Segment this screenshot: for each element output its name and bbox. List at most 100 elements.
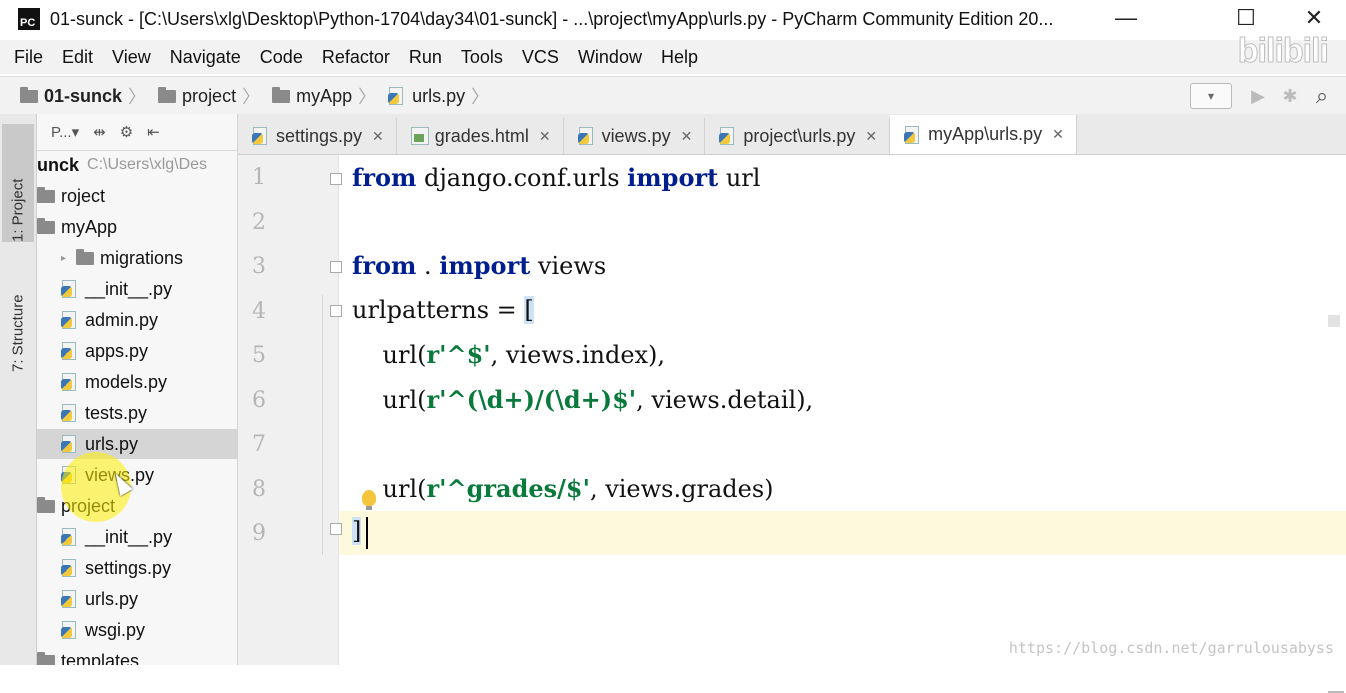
project-panel-toolbar: P...▾ ⇹ ⚙ ⇤ [37, 114, 237, 151]
tree-item[interactable]: templates [37, 646, 237, 665]
window-title: 01-sunck - [C:\Users\xlg\Desktop\Python-… [50, 8, 1054, 29]
html-file-icon [410, 127, 429, 145]
close-window-button[interactable]: ✕ [1294, 4, 1334, 32]
python-file-icon [61, 559, 79, 577]
run-icon[interactable]: ▶ [1246, 84, 1270, 108]
python-file-icon [61, 528, 79, 546]
editor-tab[interactable]: settings.py ✕ [238, 118, 397, 154]
tree-item-label: admin.py [85, 309, 159, 330]
tree-item[interactable]: ▸ migrations [37, 243, 237, 273]
scroll-marker[interactable] [1328, 315, 1340, 327]
tree-item[interactable]: urls.py [37, 429, 237, 459]
tree-item-label: myApp [61, 216, 118, 237]
menu-window[interactable]: Window [578, 47, 642, 68]
menu-tools[interactable]: Tools [461, 47, 503, 68]
menu-help[interactable]: Help [661, 47, 698, 68]
menu-navigate[interactable]: Navigate [170, 47, 241, 68]
python-file-icon [61, 280, 79, 298]
editor-tab[interactable]: grades.html ✕ [397, 118, 564, 154]
tree-item[interactable]: __init__.py [37, 522, 237, 552]
close-tab-icon[interactable]: ✕ [539, 128, 551, 145]
fold-icon[interactable] [330, 305, 342, 317]
maximize-button[interactable]: ☐ [1226, 4, 1266, 32]
editor-tab-label: project\urls.py [743, 125, 856, 146]
text-caret [366, 517, 368, 549]
editor-tab-label: settings.py [276, 125, 363, 146]
tree-item[interactable]: __init__.py [37, 274, 237, 304]
fold-icon[interactable] [330, 261, 342, 273]
breadcrumb-project[interactable]: project 〉 [158, 83, 266, 109]
close-tab-icon[interactable]: ✕ [681, 128, 693, 145]
tree-item[interactable]: apps.py [37, 336, 237, 366]
folder-icon [158, 86, 177, 103]
menu-run[interactable]: Run [409, 47, 442, 68]
line-number: 6 [252, 387, 266, 413]
code-line-4: urlpatterns = [ [352, 296, 534, 324]
close-tab-icon[interactable]: ✕ [1052, 126, 1064, 143]
menu-code[interactable]: Code [260, 47, 303, 68]
code-line-5: url(r'^$', views.index), [352, 340, 666, 369]
python-file-icon [61, 590, 79, 608]
menu-refactor[interactable]: Refactor [322, 47, 390, 68]
project-panel: P...▾ ⇹ ⚙ ⇤ unck C:\Users\xlg\Des roject my… [37, 114, 238, 665]
tree-item[interactable]: models.py [37, 367, 237, 397]
folder-icon [37, 217, 55, 234]
tool-window-strip: 1: Project 7: Structure [0, 114, 37, 665]
tree-item[interactable]: settings.py [37, 553, 237, 583]
project-tool-tab[interactable]: 1: Project [2, 124, 34, 242]
tree-item[interactable]: wsgi.py [37, 615, 237, 645]
menu-edit[interactable]: Edit [62, 47, 93, 68]
bilibili-watermark: bilibili [1237, 32, 1329, 71]
breadcrumb-file[interactable]: urls.py 〉 [388, 83, 495, 109]
code-line-8: url(r'^grades/$', views.grades) [352, 474, 774, 503]
close-tab-icon[interactable]: ✕ [865, 128, 877, 145]
tree-item[interactable]: urls.py [37, 584, 237, 614]
view-selector[interactable]: P...▾ [51, 123, 79, 141]
run-config-dropdown[interactable]: ▾ [1190, 83, 1232, 109]
line-number: 7 [252, 432, 266, 457]
tree-item[interactable]: myApp [37, 212, 237, 242]
line-number: 4 [252, 298, 266, 324]
tree-item[interactable]: admin.py [37, 305, 237, 335]
title-bar: PC 01-sunck - [C:\Users\xlg\Desktop\Pyth… [0, 0, 1346, 38]
code-line-1: from django.conf.urls import url [352, 163, 761, 192]
tree-item[interactable]: unck C:\Users\xlg\Des [37, 150, 237, 180]
tree-item[interactable]: roject [37, 181, 237, 211]
fold-icon[interactable] [330, 173, 342, 185]
editor-tab[interactable]: project\urls.py ✕ [705, 118, 891, 154]
tree-item[interactable]: tests.py [37, 398, 237, 428]
editor-tab[interactable]: myApp\urls.py ✕ [890, 115, 1077, 154]
code-line-9: ] [352, 517, 362, 545]
folder-icon [37, 496, 55, 513]
tree-item-label: __init__.py [85, 278, 173, 299]
breadcrumb-myapp[interactable]: myApp 〉 [272, 83, 382, 109]
menu-vcs[interactable]: VCS [522, 47, 559, 68]
search-icon[interactable]: ⌕ [1310, 83, 1334, 108]
code-editor[interactable]: 1 2 3 4 5 6 7 8 9 from django.conf.urls import u… [238, 155, 1346, 693]
collapse-all-icon[interactable]: ⇹ [93, 123, 106, 141]
debug-icon[interactable]: ✱ [1278, 84, 1302, 108]
menu-view[interactable]: View [112, 47, 151, 68]
line-number: 1 [252, 165, 266, 190]
tree-item-label: wsgi.py [85, 619, 146, 640]
current-line-highlight [339, 511, 1346, 555]
minimize-button[interactable]: — [1106, 4, 1146, 32]
menu-file[interactable]: File [14, 47, 43, 68]
gear-icon[interactable]: ⚙ [120, 123, 133, 141]
tree-item-label: tests.py [85, 402, 148, 423]
tree-item-label: models.py [85, 371, 168, 392]
editor-tab[interactable]: views.py ✕ [564, 118, 706, 154]
python-file-icon [61, 342, 79, 360]
folder-icon [272, 86, 291, 103]
line-number: 2 [252, 209, 266, 235]
tree-item-label: urls.py [85, 588, 139, 609]
editor-tab-label: grades.html [434, 125, 529, 146]
line-number: 8 [252, 476, 266, 502]
close-tab-icon[interactable]: ✕ [372, 128, 384, 145]
expand-arrow-icon[interactable]: ▸ [61, 253, 66, 264]
tree-item-label: settings.py [85, 557, 172, 578]
fold-icon[interactable] [330, 523, 342, 535]
breadcrumb-root[interactable]: 01-sunck 〉 [20, 83, 152, 109]
structure-tool-tab[interactable]: 7: Structure [6, 254, 30, 372]
hide-icon[interactable]: ⇤ [147, 123, 160, 141]
